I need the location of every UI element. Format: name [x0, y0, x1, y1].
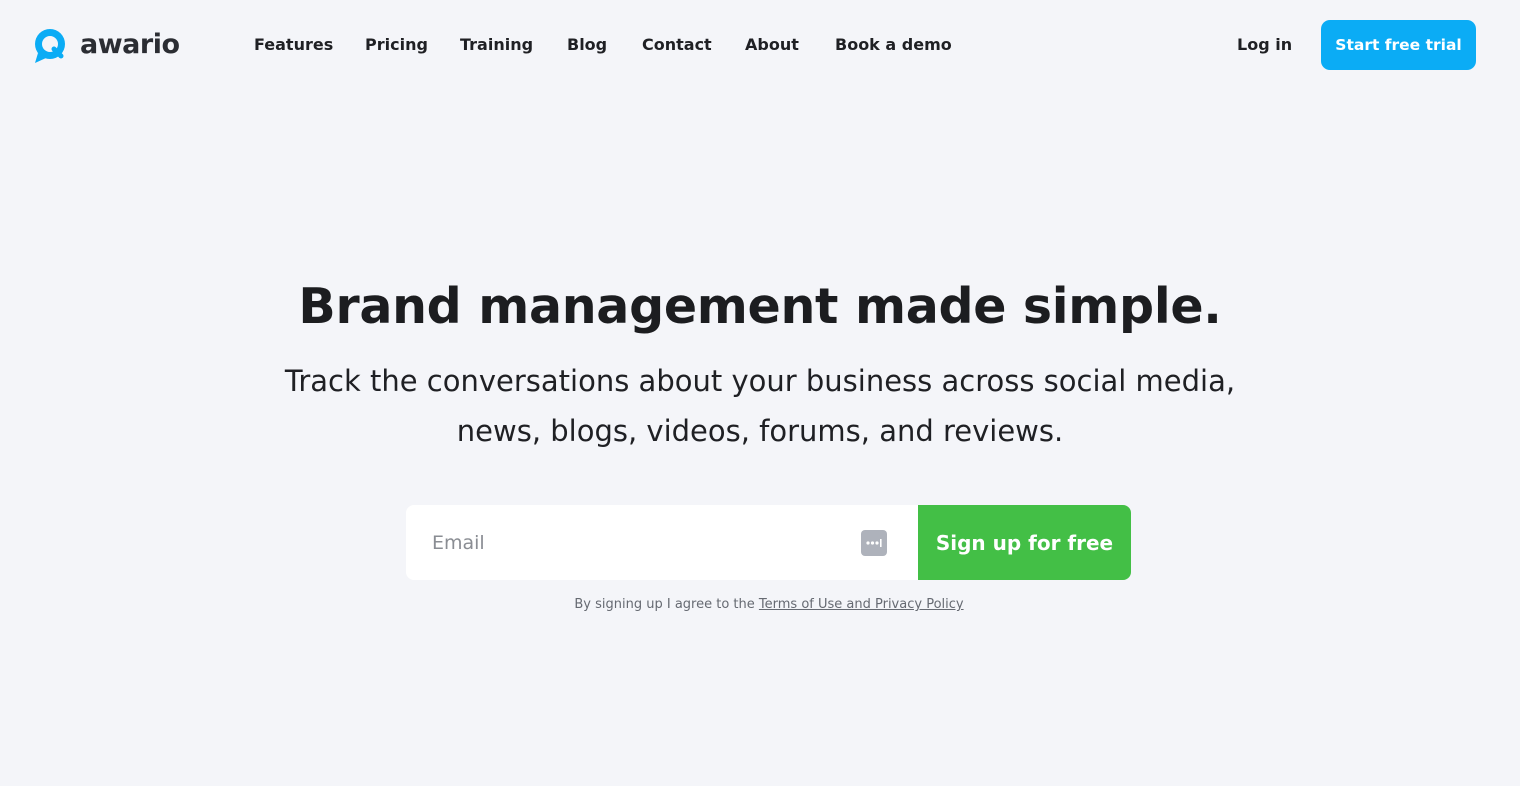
nav-about[interactable]: About [745, 34, 799, 56]
logo-wordmark: awario [80, 29, 180, 60]
email-input[interactable] [406, 505, 918, 580]
terms-link[interactable]: Terms of Use and Privacy Policy [759, 597, 964, 612]
hero-subtitle-line-1: Track the conversations about your busin… [284, 364, 1236, 398]
site-header: awario Features Pricing Training Blog Co… [0, 0, 1520, 90]
email-field-wrapper [406, 505, 918, 580]
dots-icon [866, 539, 882, 547]
sign-up-button[interactable]: Sign up for free [918, 505, 1131, 580]
nav-contact[interactable]: Contact [642, 34, 712, 56]
hero-subtitle-line-2: news, blogs, videos, forums, and reviews… [456, 414, 1064, 448]
terms-notice: By signing up I agree to the Terms of Us… [0, 596, 1520, 614]
nav-training[interactable]: Training [460, 34, 533, 56]
nav-blog[interactable]: Blog [567, 34, 607, 56]
hero-subtitle: Track the conversations about your busin… [260, 356, 1260, 456]
signup-form: Sign up for free [406, 505, 1131, 580]
start-free-trial-button[interactable]: Start free trial [1321, 20, 1476, 70]
terms-prefix: By signing up I agree to the [574, 597, 759, 612]
hero-title: Brand management made simple. [298, 278, 1222, 335]
awario-logo-icon [35, 29, 65, 63]
nav-features[interactable]: Features [254, 34, 333, 56]
nav-pricing[interactable]: Pricing [365, 34, 428, 56]
password-autofill-icon[interactable] [861, 530, 887, 556]
nav-book-demo[interactable]: Book a demo [835, 34, 952, 56]
awario-logo[interactable]: awario [30, 25, 180, 65]
landing-page: awario Features Pricing Training Blog Co… [0, 0, 1520, 786]
login-link[interactable]: Log in [1237, 34, 1292, 56]
